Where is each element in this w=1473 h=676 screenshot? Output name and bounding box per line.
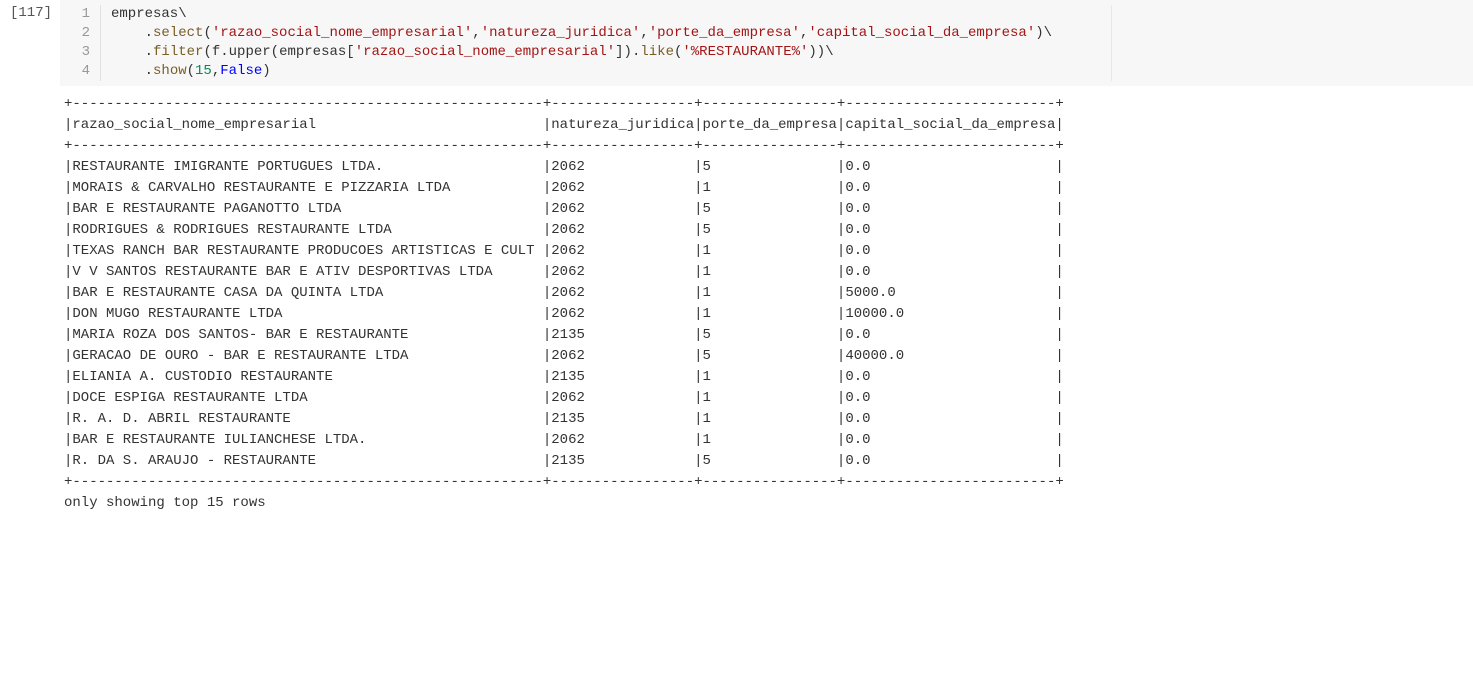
code-line[interactable]: empresas\: [111, 5, 1473, 24]
cell-output: +---------------------------------------…: [0, 86, 1473, 514]
execution-count: [117]: [0, 0, 60, 86]
line-number: 4: [60, 62, 90, 81]
notebook-cell: [117] 1 2 3 4 empresas\ .select('razao_s…: [0, 0, 1473, 86]
code-line[interactable]: .select('razao_social_nome_empresarial',…: [111, 24, 1473, 43]
code-line[interactable]: .filter(f.upper(empresas['razao_social_n…: [111, 43, 1473, 62]
code-editor[interactable]: 1 2 3 4 empresas\ .select('razao_social_…: [60, 0, 1473, 86]
code-line[interactable]: .show(15,False): [111, 62, 1473, 81]
code-content[interactable]: empresas\ .select('razao_social_nome_emp…: [100, 5, 1473, 81]
line-number-gutter: 1 2 3 4: [60, 5, 100, 81]
line-number: 2: [60, 24, 90, 43]
line-number: 1: [60, 5, 90, 24]
line-number: 3: [60, 43, 90, 62]
